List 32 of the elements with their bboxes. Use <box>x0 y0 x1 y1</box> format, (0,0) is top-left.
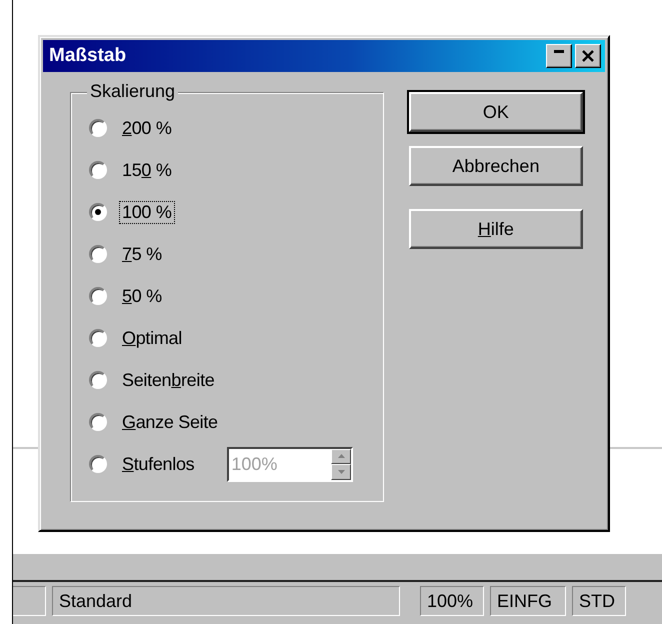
minimize-icon <box>554 50 564 52</box>
radio-button[interactable] <box>89 455 107 473</box>
status-cell: 100% <box>420 586 484 616</box>
dialog-button[interactable]: OK <box>408 92 583 132</box>
radio-button[interactable] <box>89 329 107 347</box>
close-icon <box>582 50 594 62</box>
radio-label: 100 % <box>119 200 175 224</box>
radio-button[interactable] <box>89 371 107 389</box>
status-cell <box>13 586 46 616</box>
radio-label: 150 % <box>121 158 173 182</box>
group-label: Skalierung <box>87 81 178 102</box>
radio-label: 75 % <box>121 242 163 266</box>
radio-label: Ganze Seite <box>121 410 219 434</box>
radio-label: 50 % <box>121 284 163 308</box>
minimize-button[interactable] <box>546 44 572 68</box>
window-title: Maßstab <box>49 45 128 67</box>
radio-label: Seitenbreite <box>121 368 216 392</box>
radio-button[interactable] <box>89 203 107 221</box>
close-button[interactable] <box>575 44 601 68</box>
dialog-button[interactable]: Hilfe <box>408 209 583 249</box>
dialog-button[interactable]: Abbrechen <box>408 146 583 186</box>
radio-button[interactable] <box>89 161 107 179</box>
status-cell: STD <box>572 586 626 616</box>
radio-button[interactable] <box>89 119 107 137</box>
radio-button[interactable] <box>89 245 107 263</box>
radio-button[interactable] <box>89 287 107 305</box>
status-cell: EINFG <box>490 586 566 616</box>
status-cell: Standard <box>52 586 400 616</box>
radio-label: 200 % <box>121 116 173 140</box>
radio-label: Stufenlos <box>121 452 196 476</box>
radio-label: Optimal <box>121 326 183 350</box>
radio-button[interactable] <box>89 413 107 431</box>
